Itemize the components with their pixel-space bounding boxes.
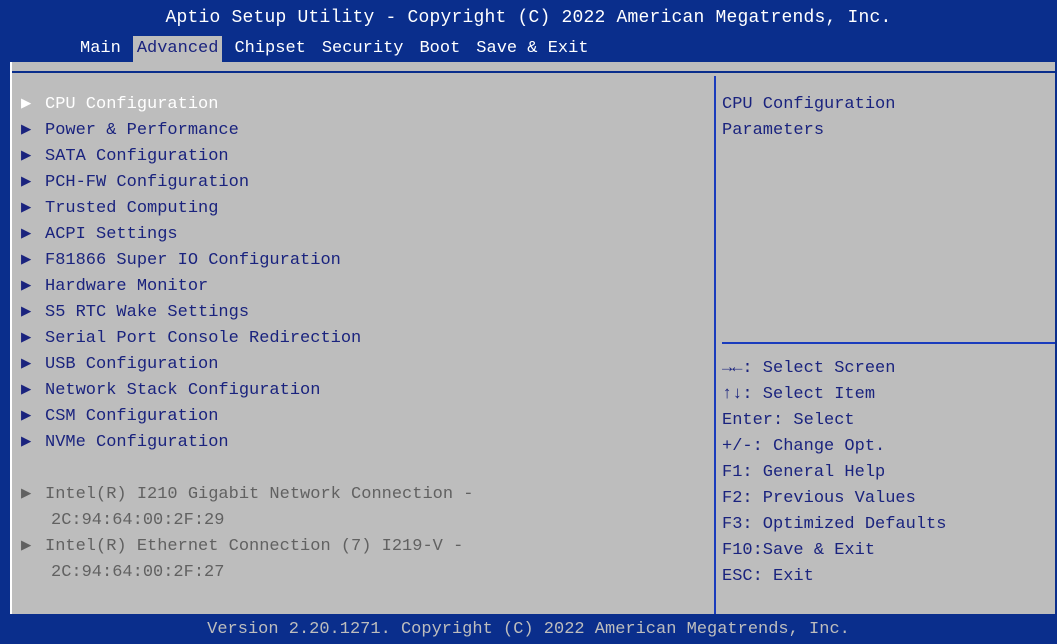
menu-item-intel-i210-network[interactable]: ▶ Intel(R) I210 Gigabit Network Connectio… xyxy=(21,482,473,508)
triangle-right-icon: ▶ xyxy=(21,407,32,426)
menu-item-trusted-computing[interactable]: ▶ Trusted Computing xyxy=(21,196,473,222)
triangle-right-icon: ▶ xyxy=(21,277,32,296)
triangle-right-icon: ▶ xyxy=(21,329,32,348)
tab-boot[interactable]: Boot xyxy=(415,36,464,62)
menu-item-label: CPU Configuration xyxy=(45,95,219,114)
key-esc-exit: ESC: Exit xyxy=(722,567,814,586)
menu-item-mac-address: 2C:94:64:00:2F:27 xyxy=(51,563,225,582)
menu-item-s5-rtc-wake-settings[interactable]: ▶ S5 RTC Wake Settings xyxy=(21,300,473,326)
menu-spacer xyxy=(21,456,473,482)
menu-item-label: CSM Configuration xyxy=(45,407,219,426)
key-general-help: F1: General Help xyxy=(722,463,886,482)
triangle-right-icon: ▶ xyxy=(21,485,32,504)
menu-item-label: PCH-FW Configuration xyxy=(45,173,250,192)
menu-pane: ▶ CPU Configuration ▶ Power & Performance … xyxy=(12,76,716,614)
menu-item-label: F81866 Super IO Configuration xyxy=(45,251,341,270)
menu-list: ▶ CPU Configuration ▶ Power & Performance … xyxy=(21,92,473,586)
tab-advanced[interactable]: Advanced xyxy=(132,36,223,62)
menu-item-label: Trusted Computing xyxy=(45,199,219,218)
triangle-right-icon: ▶ xyxy=(21,355,32,374)
menu-item-mac-address: 2C:94:64:00:2F:29 xyxy=(51,511,225,530)
menu-item-sata-configuration[interactable]: ▶ SATA Configuration xyxy=(21,144,473,170)
key-select-item: ↑↓: Select Item xyxy=(722,385,876,404)
menu-item-cpu-configuration[interactable]: ▶ CPU Configuration xyxy=(21,92,473,118)
menu-item-super-io-configuration[interactable]: ▶ F81866 Super IO Configuration xyxy=(21,248,473,274)
help-divider xyxy=(722,342,1055,344)
triangle-right-icon: ▶ xyxy=(21,433,32,452)
help-text: CPU Configuration Parameters xyxy=(722,92,895,144)
tab-bar: Main Advanced Chipset Security Boot Save… xyxy=(76,36,601,62)
menu-item-label: USB Configuration xyxy=(45,355,219,374)
menu-item-intel-i219-network[interactable]: ▶ Intel(R) Ethernet Connection (7) I219-V… xyxy=(21,534,473,560)
triangle-right-icon: ▶ xyxy=(21,537,32,556)
menu-item-label: ACPI Settings xyxy=(45,225,178,244)
tab-main[interactable]: Main xyxy=(76,36,125,62)
menu-item-label: SATA Configuration xyxy=(45,147,229,166)
menu-item-csm-configuration[interactable]: ▶ CSM Configuration xyxy=(21,404,473,430)
menu-item-pch-fw-configuration[interactable]: ▶ PCH-FW Configuration xyxy=(21,170,473,196)
key-optimized-defaults: F3: Optimized Defaults xyxy=(722,515,947,534)
menu-item-label: Network Stack Configuration xyxy=(45,381,321,400)
triangle-right-icon: ▶ xyxy=(21,173,32,192)
menu-item-label: Intel(R) Ethernet Connection (7) I219-V … xyxy=(45,537,464,556)
help-pane: CPU Configuration Parameters →←: Select … xyxy=(716,76,1055,614)
menu-item-hardware-monitor[interactable]: ▶ Hardware Monitor xyxy=(21,274,473,300)
triangle-right-icon: ▶ xyxy=(21,121,32,140)
app-title: Aptio Setup Utility - Copyright (C) 2022… xyxy=(165,8,892,28)
menu-item-label: Serial Port Console Redirection xyxy=(45,329,362,348)
menu-item-usb-configuration[interactable]: ▶ USB Configuration xyxy=(21,352,473,378)
triangle-right-icon: ▶ xyxy=(21,147,32,166)
triangle-right-icon: ▶ xyxy=(21,225,32,244)
help-line: CPU Configuration xyxy=(722,95,896,114)
key-save-exit: F10:Save & Exit xyxy=(722,541,876,560)
tab-chipset[interactable]: Chipset xyxy=(230,36,309,62)
version-footer: Version 2.20.1271. Copyright (C) 2022 Am… xyxy=(207,620,850,639)
triangle-right-icon: ▶ xyxy=(21,199,32,218)
triangle-right-icon: ▶ xyxy=(21,251,32,270)
panel-top-divider xyxy=(12,71,1055,73)
main-panel: ▶ CPU Configuration ▶ Power & Performance … xyxy=(10,62,1055,614)
key-select-screen: →←: Select Screen xyxy=(722,359,896,378)
triangle-right-icon: ▶ xyxy=(21,303,32,322)
menu-item-label: Power & Performance xyxy=(45,121,239,140)
menu-item-label: NVMe Configuration xyxy=(45,433,229,452)
key-change-opt: +/-: Change Opt. xyxy=(722,437,886,456)
menu-item-label: Intel(R) I210 Gigabit Network Connection… xyxy=(45,485,474,504)
key-enter-select: Enter: Select xyxy=(722,411,855,430)
menu-item-power-performance[interactable]: ▶ Power & Performance xyxy=(21,118,473,144)
tab-security[interactable]: Security xyxy=(318,36,408,62)
menu-item-label: Hardware Monitor xyxy=(45,277,209,296)
menu-item-acpi-settings[interactable]: ▶ ACPI Settings xyxy=(21,222,473,248)
triangle-right-icon: ▶ xyxy=(21,381,32,400)
tab-save-exit[interactable]: Save & Exit xyxy=(472,36,592,62)
menu-item-nvme-configuration[interactable]: ▶ NVMe Configuration xyxy=(21,430,473,456)
help-line: Parameters xyxy=(722,121,825,140)
menu-item-label: S5 RTC Wake Settings xyxy=(45,303,250,322)
key-legend: →←: Select Screen ↑↓: Select Item Enter:… xyxy=(722,356,946,590)
menu-item-serial-port-console-redirection[interactable]: ▶ Serial Port Console Redirection xyxy=(21,326,473,352)
menu-item-network-stack-configuration[interactable]: ▶ Network Stack Configuration xyxy=(21,378,473,404)
key-previous-values: F2: Previous Values xyxy=(722,489,916,508)
triangle-right-icon: ▶ xyxy=(21,95,32,114)
